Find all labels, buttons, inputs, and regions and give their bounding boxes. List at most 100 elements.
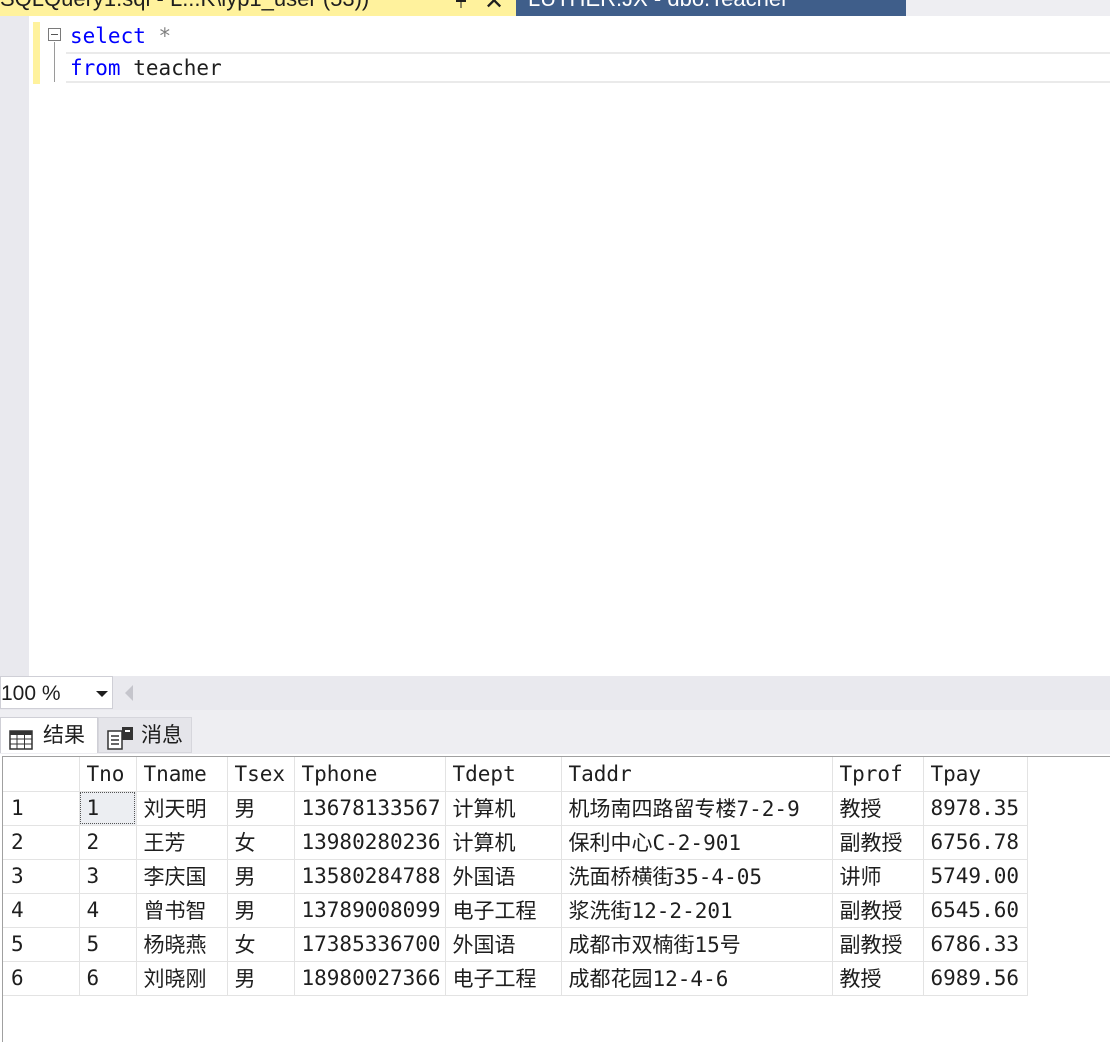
sql-text: teacher <box>120 56 222 80</box>
table-cell[interactable]: 6 <box>79 961 137 996</box>
table-cell[interactable]: 王芳 <box>136 825 228 860</box>
table-cell[interactable]: 李庆国 <box>136 859 228 894</box>
table-cell[interactable]: 4 <box>79 893 137 928</box>
close-tab-icon[interactable]: ✕ <box>484 0 504 15</box>
table-cell[interactable]: 教授 <box>832 961 924 996</box>
tab-sqlquery1[interactable]: SQLQuery1.sql - L...K\lyp1_user (53)) ✕ <box>0 0 516 16</box>
table-cell[interactable]: 13980280236 <box>294 825 446 860</box>
table-row: 3 3 李庆国 男 13580284788 外国语 洗面桥横街35-4-05 讲… <box>3 859 1028 894</box>
collapse-icon[interactable] <box>48 28 61 41</box>
table-cell[interactable]: 成都花园12-4-6 <box>561 961 833 996</box>
table-row: 1 1 刘天明 男 13678133567 计算机 机场南四路留专楼7-2-9 … <box>3 791 1028 826</box>
table-row: 6 6 刘晓刚 男 18980027366 电子工程 成都花园12-4-6 教授… <box>3 961 1028 996</box>
column-header[interactable]: Tpay <box>923 757 1028 792</box>
table-cell[interactable]: 刘晓刚 <box>136 961 228 996</box>
tab-messages-label: 消息 <box>141 723 183 747</box>
column-header[interactable]: Taddr <box>561 757 833 792</box>
table-cell[interactable]: 男 <box>227 893 295 928</box>
table-cell[interactable]: 副教授 <box>832 893 924 928</box>
code-line-2[interactable]: from teacher <box>70 54 222 82</box>
current-line-highlight <box>66 52 1110 83</box>
query-editor[interactable]: select * from teacher <box>0 16 1110 676</box>
table-cell[interactable]: 13580284788 <box>294 859 446 894</box>
sql-operator: * <box>158 24 172 48</box>
table-cell[interactable]: 6545.60 <box>923 893 1028 928</box>
sql-keyword: select <box>70 24 146 48</box>
row-number[interactable]: 2 <box>3 825 80 860</box>
column-header[interactable]: Tname <box>136 757 228 792</box>
table-cell[interactable]: 男 <box>227 961 295 996</box>
tab-bar-empty <box>906 0 1110 16</box>
table-cell[interactable]: 8978.35 <box>923 791 1028 826</box>
table-cell[interactable]: 6756.78 <box>923 825 1028 860</box>
table-cell[interactable]: 电子工程 <box>445 893 562 928</box>
table-cell[interactable]: 机场南四路留专楼7-2-9 <box>561 791 833 826</box>
table-cell[interactable]: 外国语 <box>445 859 562 894</box>
pin-icon[interactable] <box>456 0 466 12</box>
row-number[interactable]: 4 <box>3 893 80 928</box>
column-header[interactable]: Tprof <box>832 757 924 792</box>
table-cell[interactable]: 女 <box>227 825 295 860</box>
change-indicator <box>33 22 40 84</box>
tab-sqlquery1-label: SQLQuery1.sql - L...K\lyp1_user (53)) <box>0 0 369 14</box>
table-cell[interactable]: 成都市双楠街15号 <box>561 927 833 962</box>
zoom-dropdown[interactable]: 100 % <box>0 676 113 709</box>
zoom-value: 100 % <box>1 682 61 705</box>
table-cell[interactable]: 洗面桥横街35-4-05 <box>561 859 833 894</box>
column-header[interactable]: Tphone <box>294 757 446 792</box>
scroll-left-icon[interactable] <box>125 685 133 701</box>
header-row: Tno Tname Tsex Tphone Tdept Taddr Tprof … <box>3 757 1028 792</box>
table-cell[interactable]: 1 <box>79 791 137 826</box>
table-cell[interactable]: 17385336700 <box>294 927 446 962</box>
table-cell[interactable]: 男 <box>227 791 295 826</box>
table-cell[interactable]: 教授 <box>832 791 924 826</box>
column-header[interactable]: Tdept <box>445 757 562 792</box>
table-cell[interactable]: 讲师 <box>832 859 924 894</box>
results-table: Tno Tname Tsex Tphone Tdept Taddr Tprof … <box>3 757 1028 996</box>
table-cell[interactable]: 外国语 <box>445 927 562 962</box>
code-line-1[interactable]: select * <box>70 22 171 50</box>
tab-messages[interactable]: 消息 <box>98 717 192 753</box>
table-cell[interactable]: 浆洗街12-2-201 <box>561 893 833 928</box>
row-number[interactable]: 5 <box>3 927 80 962</box>
table-cell[interactable]: 2 <box>79 825 137 860</box>
document-tab-bar: SQLQuery1.sql - L...K\lyp1_user (53)) ✕ … <box>0 0 1110 16</box>
table-cell[interactable]: 副教授 <box>832 927 924 962</box>
tab-results[interactable]: 结果 <box>0 717 98 753</box>
table-cell[interactable]: 18980027366 <box>294 961 446 996</box>
table-cell[interactable]: 保利中心C-2-901 <box>561 825 833 860</box>
table-cell[interactable]: 13789008099 <box>294 893 446 928</box>
table-row: 2 2 王芳 女 13980280236 计算机 保利中心C-2-901 副教授… <box>3 825 1028 860</box>
table-cell[interactable]: 计算机 <box>445 825 562 860</box>
result-tabs: 结果 消息 <box>0 710 1110 754</box>
row-number[interactable]: 3 <box>3 859 80 894</box>
tab-teacher-table-label: LUTHER.JX - dbo.Teacher <box>528 0 788 14</box>
row-number[interactable]: 1 <box>3 791 80 826</box>
table-cell[interactable]: 杨晓燕 <box>136 927 228 962</box>
table-cell[interactable]: 6989.56 <box>923 961 1028 996</box>
table-cell[interactable]: 5749.00 <box>923 859 1028 894</box>
zoom-bar: 100 % <box>0 676 1110 710</box>
table-cell[interactable]: 女 <box>227 927 295 962</box>
table-cell[interactable]: 副教授 <box>832 825 924 860</box>
table-row: 5 5 杨晓燕 女 17385336700 外国语 成都市双楠街15号 副教授 … <box>3 927 1028 962</box>
sql-keyword: from <box>70 56 121 80</box>
table-cell[interactable]: 计算机 <box>445 791 562 826</box>
table-cell[interactable]: 电子工程 <box>445 961 562 996</box>
editor-gutter <box>0 16 29 676</box>
grid-icon <box>9 726 33 750</box>
table-cell[interactable]: 3 <box>79 859 137 894</box>
row-number-header[interactable] <box>3 757 80 792</box>
tab-teacher-table[interactable]: LUTHER.JX - dbo.Teacher <box>516 0 906 16</box>
table-cell[interactable]: 曾书智 <box>136 893 228 928</box>
table-cell[interactable]: 6786.33 <box>923 927 1028 962</box>
row-number[interactable]: 6 <box>3 961 80 996</box>
results-grid[interactable]: Tno Tname Tsex Tphone Tdept Taddr Tprof … <box>2 756 1110 1042</box>
table-cell[interactable]: 5 <box>79 927 137 962</box>
column-header[interactable]: Tsex <box>227 757 295 792</box>
table-cell[interactable]: 13678133567 <box>294 791 446 826</box>
table-cell[interactable]: 刘天明 <box>136 791 228 826</box>
table-cell[interactable]: 男 <box>227 859 295 894</box>
column-header[interactable]: Tno <box>79 757 137 792</box>
tab-results-label: 结果 <box>43 723 85 747</box>
